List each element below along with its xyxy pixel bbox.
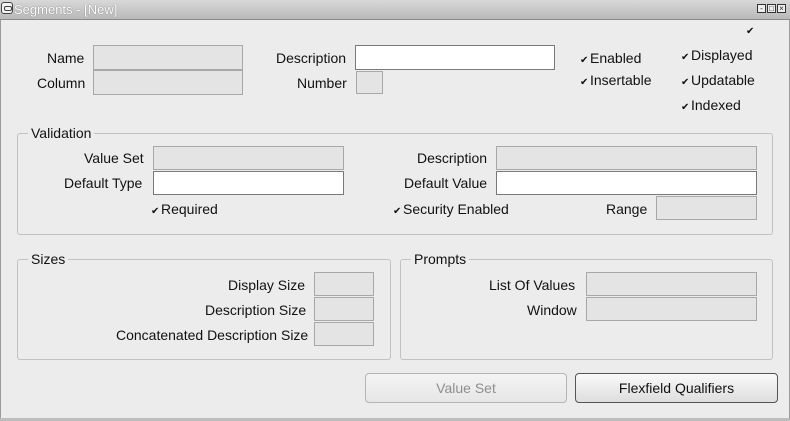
displayed-checkbox[interactable]: ✔ Displayed [681, 47, 752, 66]
concatenated-size-label: Concatenated Description Size [116, 327, 309, 343]
prompts-title: Prompts [411, 251, 470, 267]
sizes-title: Sizes [28, 251, 69, 267]
description-size-label: Description Size [205, 302, 307, 318]
close-button[interactable]: × [777, 4, 786, 13]
updatable-label: Updatable [691, 72, 755, 88]
display-size-label: Display Size [228, 277, 306, 293]
updatable-checkbox[interactable]: ✔ Updatable [681, 72, 755, 91]
security-enabled-checkbox[interactable]: ✔ Security Enabled [393, 201, 509, 220]
number-field[interactable] [356, 71, 383, 94]
maximize-button[interactable]: □ [767, 4, 776, 13]
column-label: Column [37, 75, 86, 91]
displayed-label: Displayed [691, 47, 753, 63]
default-value-label: Default Value [404, 175, 488, 191]
range-field[interactable] [656, 196, 757, 220]
validation-title: Validation [28, 125, 95, 141]
flexfield-qualifiers-button[interactable]: Flexfield Qualifiers [575, 373, 778, 403]
name-label: Name [47, 50, 85, 66]
column-field[interactable] [93, 70, 243, 95]
security-enabled-check-icon: ✔ [393, 206, 402, 217]
indexed-label: Indexed [691, 97, 741, 113]
corner-check-icon: ✔ [746, 26, 755, 37]
validation-description-label: Description [417, 150, 488, 166]
list-of-values-field[interactable] [586, 272, 757, 296]
default-type-field[interactable] [153, 171, 344, 195]
displayed-check-icon: ✔ [681, 52, 690, 63]
concatenated-size-field[interactable] [314, 322, 374, 346]
window-prompt-label: Window [527, 302, 577, 318]
minimize-button[interactable]: - [757, 4, 766, 13]
insertable-label: Insertable [590, 72, 652, 88]
required-checkbox[interactable]: ✔ Required [151, 201, 218, 220]
updatable-check-icon: ✔ [681, 77, 690, 88]
indexed-check-icon: ✔ [681, 102, 690, 113]
enabled-label: Enabled [590, 50, 642, 66]
value-set-field[interactable] [153, 146, 344, 170]
display-size-field[interactable] [314, 272, 374, 296]
title-bar: Segments - [New] - □ × [0, 0, 790, 20]
description-label: Description [276, 50, 347, 66]
default-value-field[interactable] [496, 171, 757, 195]
value-set-button[interactable]: Value Set [365, 373, 567, 403]
window-prompt-field[interactable] [586, 297, 757, 321]
default-type-label: Default Type [64, 175, 143, 191]
validation-description-field[interactable] [496, 146, 757, 170]
enabled-checkbox[interactable]: ✔ Enabled [580, 50, 641, 69]
description-field[interactable] [355, 45, 555, 70]
insertable-checkbox[interactable]: ✔ Insertable [580, 72, 651, 91]
window-menu-icon[interactable] [1, 2, 13, 14]
description-size-field[interactable] [314, 297, 374, 321]
list-of-values-label: List Of Values [489, 277, 576, 293]
enabled-check-icon: ✔ [580, 55, 589, 66]
number-label: Number [297, 75, 347, 91]
required-check-icon: ✔ [151, 206, 160, 217]
required-label: Required [161, 201, 218, 217]
name-field[interactable] [93, 45, 243, 70]
security-enabled-label: Security Enabled [403, 201, 509, 217]
indexed-checkbox[interactable]: ✔ Indexed [681, 97, 741, 116]
insertable-check-icon: ✔ [580, 77, 589, 88]
window-title: Segments - [New] [14, 2, 118, 17]
range-label: Range [606, 201, 648, 217]
value-set-label: Value Set [84, 150, 144, 166]
